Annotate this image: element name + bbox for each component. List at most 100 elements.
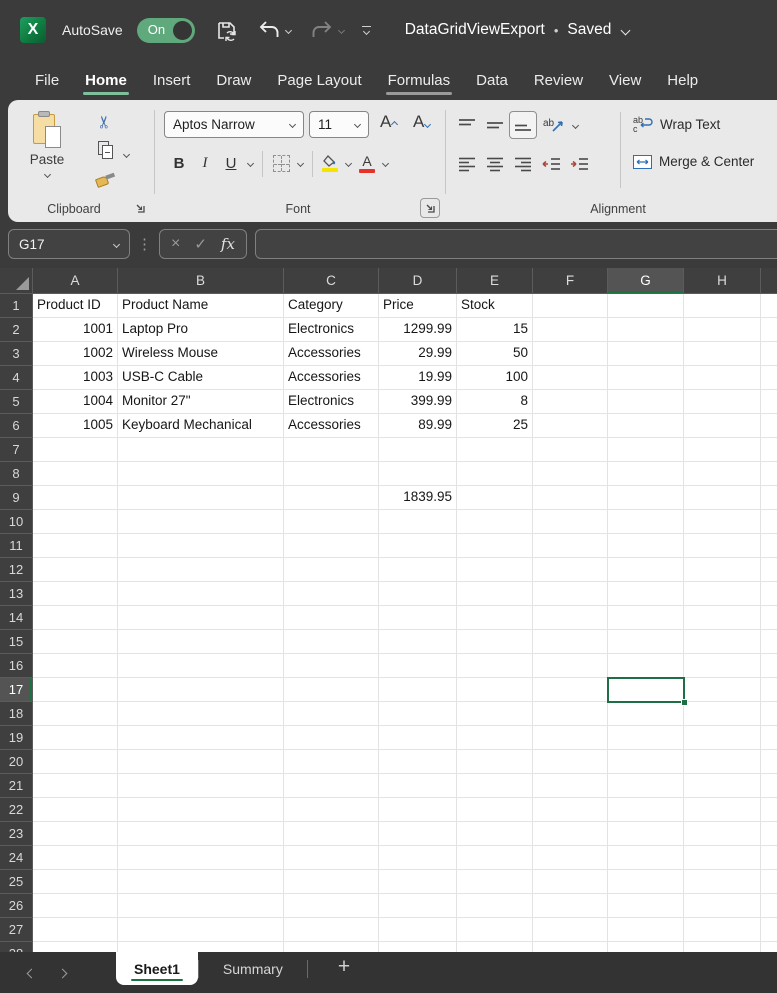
cell-B23[interactable] — [118, 822, 284, 846]
cell-F10[interactable] — [533, 510, 608, 534]
font-color-button[interactable]: A — [355, 150, 379, 177]
column-header-A[interactable]: A — [33, 268, 118, 294]
menu-tab-page-layout[interactable]: Page Layout — [264, 60, 374, 100]
cell-C11[interactable] — [284, 534, 379, 558]
row-header-27[interactable]: 27 — [0, 918, 33, 942]
menu-tab-draw[interactable]: Draw — [203, 60, 264, 100]
cell-B5[interactable]: Monitor 27" — [118, 390, 284, 414]
cell-E21[interactable] — [457, 774, 533, 798]
add-sheet-button[interactable]: + — [338, 955, 350, 979]
cell-C12[interactable] — [284, 558, 379, 582]
cell-B24[interactable] — [118, 846, 284, 870]
cell-x26[interactable] — [761, 894, 777, 918]
cell-A18[interactable] — [33, 702, 118, 726]
cell-E19[interactable] — [457, 726, 533, 750]
cell-H16[interactable] — [684, 654, 761, 678]
cell-E13[interactable] — [457, 582, 533, 606]
cell-C2[interactable]: Electronics — [284, 318, 379, 342]
cell-x2[interactable] — [761, 318, 777, 342]
cell-F7[interactable] — [533, 438, 608, 462]
cell-B26[interactable] — [118, 894, 284, 918]
copy-dropdown-icon[interactable] — [123, 151, 130, 158]
row-header-18[interactable]: 18 — [0, 702, 33, 726]
underline-button[interactable]: U — [218, 150, 244, 177]
cell-B8[interactable] — [118, 462, 284, 486]
cell-B22[interactable] — [118, 798, 284, 822]
cell-F18[interactable] — [533, 702, 608, 726]
cell-H14[interactable] — [684, 606, 761, 630]
cancel-icon[interactable]: × — [171, 235, 180, 253]
cell-A15[interactable] — [33, 630, 118, 654]
cell-C6[interactable]: Accessories — [284, 414, 379, 438]
cell-x24[interactable] — [761, 846, 777, 870]
row-header-2[interactable]: 2 — [0, 318, 33, 342]
cell-A19[interactable] — [33, 726, 118, 750]
cell-C17[interactable] — [284, 678, 379, 702]
cell-G2[interactable] — [608, 318, 684, 342]
row-header-1[interactable]: 1 — [0, 294, 33, 318]
cell-A12[interactable] — [33, 558, 118, 582]
cell-E4[interactable]: 100 — [457, 366, 533, 390]
sheet-tab-summary[interactable]: Summary — [199, 952, 307, 985]
align-left-button[interactable] — [453, 150, 481, 178]
cell-G19[interactable] — [608, 726, 684, 750]
row-header-17[interactable]: 17 — [0, 678, 33, 702]
paste-dropdown-icon[interactable] — [43, 171, 50, 178]
cell-F14[interactable] — [533, 606, 608, 630]
row-header-13[interactable]: 13 — [0, 582, 33, 606]
quick-access-customize-icon[interactable] — [362, 26, 371, 35]
cell-B25[interactable] — [118, 870, 284, 894]
formula-input[interactable] — [255, 229, 777, 259]
cell-F27[interactable] — [533, 918, 608, 942]
cell-H20[interactable] — [684, 750, 761, 774]
cell-D23[interactable] — [379, 822, 457, 846]
row-header-5[interactable]: 5 — [0, 390, 33, 414]
cell-H8[interactable] — [684, 462, 761, 486]
cell-E26[interactable] — [457, 894, 533, 918]
cell-C27[interactable] — [284, 918, 379, 942]
cell-H7[interactable] — [684, 438, 761, 462]
cell-H9[interactable] — [684, 486, 761, 510]
cell-E16[interactable] — [457, 654, 533, 678]
cell-x8[interactable] — [761, 462, 777, 486]
merge-center-button[interactable]: Merge & Center — [633, 154, 754, 169]
cell-x9[interactable] — [761, 486, 777, 510]
cell-D3[interactable]: 29.99 — [379, 342, 457, 366]
cell-A2[interactable]: 1001 — [33, 318, 118, 342]
cell-C15[interactable] — [284, 630, 379, 654]
cell-E3[interactable]: 50 — [457, 342, 533, 366]
cell-G22[interactable] — [608, 798, 684, 822]
insert-function-icon[interactable]: fx — [221, 235, 235, 253]
cell-B6[interactable]: Keyboard Mechanical — [118, 414, 284, 438]
fill-color-dropdown-icon[interactable] — [345, 160, 352, 167]
column-header-D[interactable]: D — [379, 268, 457, 294]
cell-A17[interactable] — [33, 678, 118, 702]
cell-C25[interactable] — [284, 870, 379, 894]
cell-H6[interactable] — [684, 414, 761, 438]
cell-A20[interactable] — [33, 750, 118, 774]
cell-x12[interactable] — [761, 558, 777, 582]
cell-F21[interactable] — [533, 774, 608, 798]
cell-E9[interactable] — [457, 486, 533, 510]
cell-A21[interactable] — [33, 774, 118, 798]
cell-C20[interactable] — [284, 750, 379, 774]
cell-C10[interactable] — [284, 510, 379, 534]
cell-H4[interactable] — [684, 366, 761, 390]
cell-D12[interactable] — [379, 558, 457, 582]
cell-G15[interactable] — [608, 630, 684, 654]
cell-x21[interactable] — [761, 774, 777, 798]
cell-F3[interactable] — [533, 342, 608, 366]
cell-B18[interactable] — [118, 702, 284, 726]
cell-C3[interactable]: Accessories — [284, 342, 379, 366]
cell-A8[interactable] — [33, 462, 118, 486]
cell-D9[interactable]: 1839.95 — [379, 486, 457, 510]
cell-E10[interactable] — [457, 510, 533, 534]
cell-x4[interactable] — [761, 366, 777, 390]
cell-x22[interactable] — [761, 798, 777, 822]
undo-dropdown-icon[interactable] — [285, 26, 292, 33]
cell-H18[interactable] — [684, 702, 761, 726]
cell-G4[interactable] — [608, 366, 684, 390]
row-header-15[interactable]: 15 — [0, 630, 33, 654]
cell-A1[interactable]: Product ID — [33, 294, 118, 318]
cell-A13[interactable] — [33, 582, 118, 606]
